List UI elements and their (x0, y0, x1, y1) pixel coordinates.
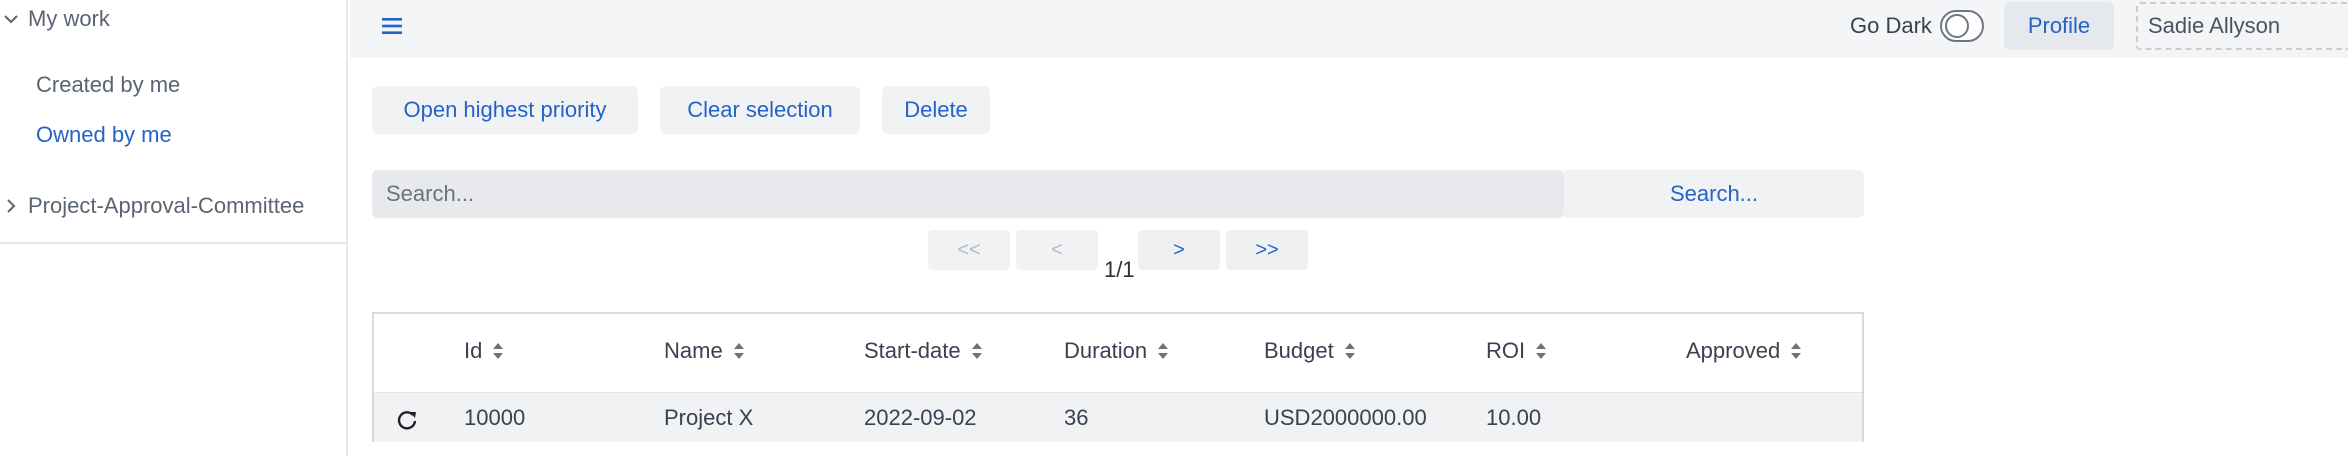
clear-selection-button[interactable]: Clear selection (660, 86, 860, 134)
search-button[interactable]: Search... (1564, 170, 1864, 218)
page-indicator: 1/1 (1104, 257, 1135, 282)
sort-icon (1158, 343, 1169, 359)
user-name-field[interactable]: Sadie Allyson (2136, 2, 2348, 50)
refresh-icon[interactable] (396, 409, 418, 431)
chevron-down-icon (4, 15, 18, 24)
sort-icon (1344, 343, 1355, 359)
column-header-label: Approved (1686, 338, 1781, 363)
prev-page-button[interactable]: < (1016, 230, 1098, 270)
column-header-label: Duration (1064, 338, 1148, 363)
last-page-button[interactable]: >> (1226, 230, 1308, 270)
sidebar-item-owned-by-me[interactable]: Owned by me (36, 122, 172, 148)
hamburger-menu-icon[interactable] (380, 14, 404, 38)
sort-icon (733, 343, 744, 359)
column-header-budget[interactable]: Budget (1264, 338, 1356, 364)
cell-start-date: 2022-09-02 (864, 405, 977, 430)
search-input[interactable] (372, 170, 1564, 218)
cell-id: 10000 (464, 405, 526, 430)
sidebar-group-label: Project-Approval-Committee (28, 193, 305, 218)
sort-icon (1536, 343, 1547, 359)
delete-button[interactable]: Delete (882, 86, 990, 134)
column-header-label: Id (464, 338, 483, 363)
column-header-label: ROI (1486, 338, 1526, 363)
open-highest-priority-button[interactable]: Open highest priority (372, 86, 638, 134)
sidebar-group-project-approval-committee[interactable]: Project-Approval-Committee (2, 193, 304, 219)
cell-name: Project X (664, 405, 754, 430)
column-header-roi[interactable]: ROI (1486, 338, 1547, 364)
table-row[interactable]: 10000 Project X 2022-09-02 36 USD2000000… (374, 392, 1862, 442)
column-header-start-date[interactable]: Start-date (864, 338, 983, 364)
dark-mode-toggle[interactable] (1940, 10, 1984, 42)
column-header-approved[interactable]: Approved (1686, 338, 1802, 364)
cell-duration: 36 (1064, 405, 1089, 430)
go-dark-label: Go Dark (1850, 13, 1932, 38)
column-header-label: Start-date (864, 338, 961, 363)
sidebar-divider (0, 242, 346, 244)
top-bar: Go Dark Profile Sadie Allyson (350, 0, 2348, 58)
sidebar-group-my-work[interactable]: My work (2, 6, 110, 32)
sidebar-item-created-by-me[interactable]: Created by me (36, 72, 180, 98)
sidebar-group-label: My work (28, 6, 110, 31)
sidebar: My work Created by me Owned by me Projec… (0, 0, 348, 456)
cell-roi: 10.00 (1486, 405, 1542, 430)
toggle-knob (1945, 14, 1969, 38)
next-page-button[interactable]: > (1138, 230, 1220, 270)
column-header-name[interactable]: Name (664, 338, 745, 364)
column-header-duration[interactable]: Duration (1064, 338, 1169, 364)
projects-table: Id Name Start-date Duration Budget ROI A… (372, 312, 1864, 442)
column-header-label: Name (664, 338, 723, 363)
sort-icon (971, 343, 982, 359)
sort-icon (1791, 343, 1802, 359)
chevron-right-icon (7, 199, 16, 213)
first-page-button[interactable]: << (928, 230, 1010, 270)
cell-budget: USD2000000.00 (1264, 405, 1427, 430)
sort-icon (493, 343, 504, 359)
profile-button[interactable]: Profile (2004, 2, 2114, 50)
column-header-id[interactable]: Id (464, 338, 504, 364)
column-header-label: Budget (1264, 338, 1334, 363)
